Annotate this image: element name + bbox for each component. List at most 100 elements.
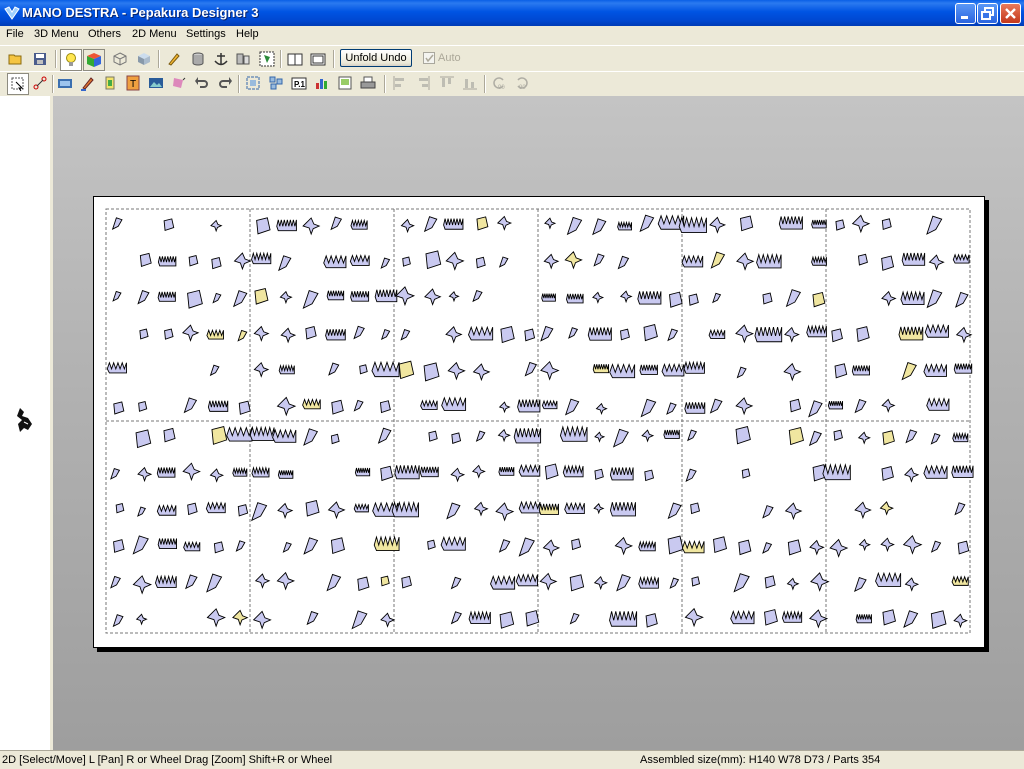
unfolded-part[interactable] [593,253,605,267]
unfolded-part[interactable] [132,575,153,595]
unfolded-part[interactable] [741,468,751,479]
unfolded-part[interactable] [684,402,706,414]
auto-checkbox[interactable] [423,52,435,64]
unfolded-part[interactable] [499,611,515,629]
single-page-view-icon[interactable] [285,49,305,69]
unfolded-part[interactable] [423,362,440,382]
unfolded-part[interactable] [440,535,466,551]
rotate-90-cw-icon[interactable]: 90 [512,73,532,93]
unfolded-part[interactable] [778,216,803,230]
unfolded-part[interactable] [619,290,633,304]
unfolded-part[interactable] [400,329,411,341]
maximize-button[interactable] [977,3,998,24]
unfolded-part[interactable] [609,611,638,627]
unfolded-part[interactable] [540,325,554,342]
align-right-icon[interactable] [413,73,433,93]
unfolded-part[interactable] [354,467,371,477]
rotate-3d-icon[interactable] [169,73,189,93]
unfolded-part[interactable] [112,614,124,628]
unfolded-part[interactable] [113,401,125,415]
unfolded-part[interactable] [353,503,369,513]
unfolded-part[interactable] [138,401,148,412]
image-tool-icon[interactable] [146,73,166,93]
unfolded-part[interactable] [712,292,722,304]
pencil-edge-icon[interactable] [164,49,184,69]
unfolded-part[interactable] [953,613,968,629]
undo-icon[interactable] [192,73,212,93]
join-faces-icon[interactable] [257,49,277,69]
unfolded-part[interactable] [808,400,823,418]
unfolded-part[interactable] [164,328,174,340]
unfolded-part[interactable] [420,399,438,410]
unfolded-part[interactable] [955,326,973,344]
unfolded-part[interactable] [882,430,895,446]
unfolded-part[interactable] [593,575,608,591]
unfolded-part[interactable] [562,464,584,478]
unfolded-part[interactable] [612,428,629,448]
save-icon[interactable] [30,49,50,69]
unfolded-part[interactable] [764,575,776,589]
unfolded-part[interactable] [787,539,802,556]
unfolded-part[interactable] [232,466,248,477]
unfolded-part[interactable] [251,466,270,478]
unfolded-part[interactable] [568,327,579,339]
unfolded-part[interactable] [856,326,870,343]
unfolded-part[interactable] [302,217,321,236]
unfolded-part[interactable] [952,253,970,264]
unfolded-part[interactable] [669,291,683,308]
unfolded-part[interactable] [637,291,662,305]
unfolded-part[interactable] [450,611,462,625]
unfolded-part[interactable] [736,252,755,271]
open-folder-icon[interactable] [6,49,26,69]
unfolded-part[interactable] [784,502,803,521]
unfolded-part[interactable] [447,361,466,381]
lightbulb-icon[interactable] [60,49,82,71]
unfolded-part[interactable] [739,215,754,232]
unfolded-part[interactable] [303,537,319,555]
unfolded-part[interactable] [331,399,344,415]
unfolded-part[interactable] [446,502,461,520]
unfolded-part[interactable] [254,287,269,305]
unfolded-part[interactable] [811,255,827,266]
unfolded-part[interactable] [156,504,177,516]
unfolded-part[interactable] [903,467,920,483]
unfolded-part[interactable] [542,539,561,557]
unfolded-part[interactable] [254,573,271,589]
unfolded-part[interactable] [667,502,682,520]
unfolded-part[interactable] [139,328,149,340]
unfolded-part[interactable] [115,503,125,514]
unfolded-part[interactable] [517,399,541,413]
unfolded-part[interactable] [875,571,902,587]
unfolded-part[interactable] [157,256,177,267]
title-bar[interactable]: MANO DESTRA - Pepakura Designer 3 [0,0,1024,26]
print-preview-icon[interactable] [335,73,355,93]
unfolded-part[interactable] [139,252,152,267]
unfolded-part[interactable] [306,610,319,626]
unfolded-part[interactable] [249,425,275,441]
unfolded-part[interactable] [666,402,677,415]
unfolded-part[interactable] [951,575,969,586]
unfolded-part[interactable] [353,325,365,340]
unfolded-part[interactable] [226,426,253,442]
unfolded-part[interactable] [232,609,249,627]
unfolded-part[interactable] [566,216,583,236]
unfolded-part[interactable] [543,253,560,270]
unfolded-part[interactable] [923,363,947,377]
unfolded-part[interactable] [500,326,515,344]
unfolded-part[interactable] [428,430,438,442]
unfolded-part[interactable] [237,504,249,517]
unfolded-part[interactable] [135,613,148,626]
unfolded-part[interactable] [256,217,271,235]
unfolded-part[interactable] [210,219,223,233]
unfolded-part[interactable] [687,429,698,442]
unfolded-part[interactable] [498,401,511,414]
close-button[interactable] [1000,3,1021,24]
unfolded-part[interactable] [525,610,540,627]
unfolded-part[interactable] [762,292,773,305]
unfolded-part[interactable] [616,574,631,592]
unfolded-part[interactable] [955,291,969,308]
unfolded-part[interactable] [762,542,773,554]
align-bottom-icon[interactable] [460,73,480,93]
unfolded-part[interactable] [353,399,364,412]
unfolded-part[interactable] [302,290,319,310]
